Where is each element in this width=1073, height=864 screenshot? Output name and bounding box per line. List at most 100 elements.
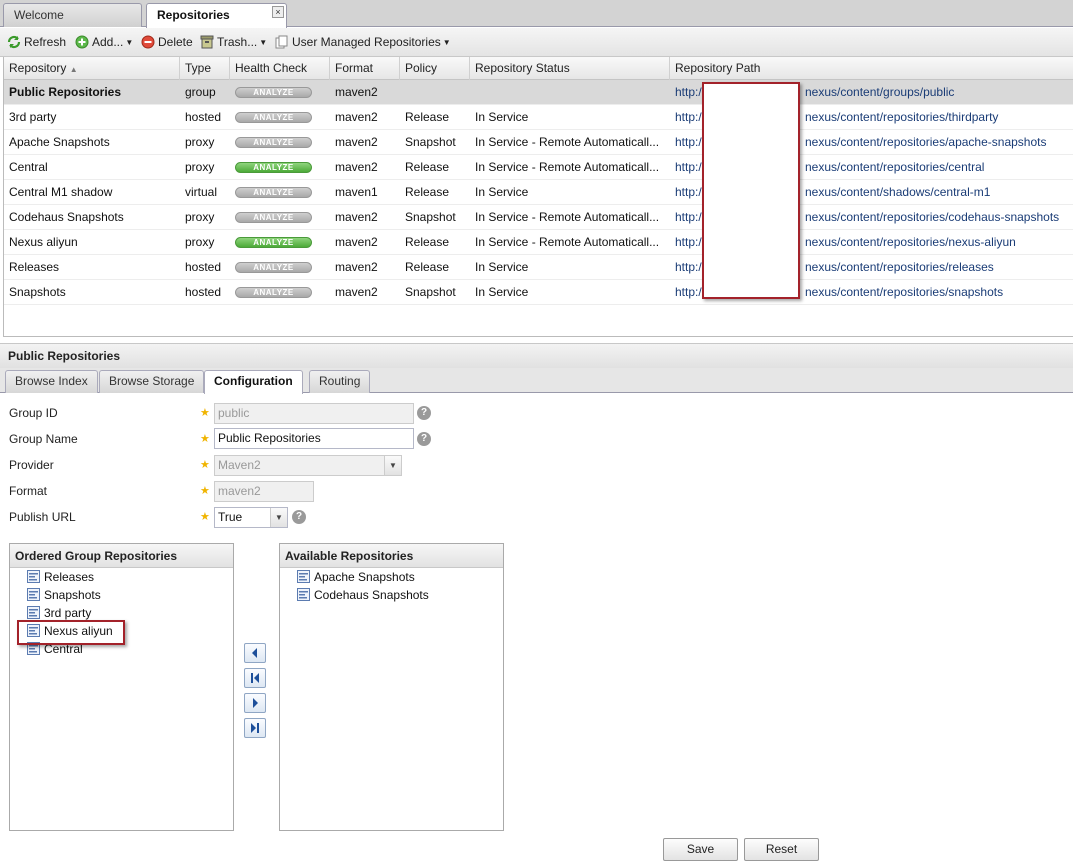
- analyze-button[interactable]: ANALYZE: [235, 187, 312, 199]
- cell-type: hosted: [185, 260, 222, 274]
- tab-browse-index[interactable]: Browse Index: [5, 370, 98, 393]
- cell-format: maven2: [335, 260, 378, 274]
- repository-path-link[interactable]: nexus/content/repositories/central: [805, 155, 984, 180]
- ordered-list-item[interactable]: Releases: [27, 569, 94, 586]
- pages-icon: [275, 35, 288, 49]
- repository-path-prefix[interactable]: http:/: [675, 210, 702, 224]
- analyze-button[interactable]: ANALYZE: [235, 237, 312, 249]
- cell-format: maven2: [335, 135, 378, 149]
- cell-status: In Service - Remote Automaticall...: [475, 135, 660, 149]
- required-star-icon: ★: [200, 459, 210, 471]
- cell-policy: Release: [405, 185, 450, 199]
- repository-path-prefix[interactable]: http:/: [675, 235, 702, 249]
- tab-configuration[interactable]: Configuration: [204, 370, 303, 394]
- add-button[interactable]: Add... ▼: [75, 34, 133, 51]
- save-button[interactable]: Save: [663, 838, 738, 861]
- list-item-label: Snapshots: [44, 588, 101, 602]
- sort-asc-icon: ▲: [69, 65, 78, 74]
- cell-name: Central M1 shadow: [9, 185, 113, 199]
- format-field[interactable]: maven2: [214, 481, 314, 502]
- tab-routing[interactable]: Routing: [309, 370, 371, 393]
- repository-path-link[interactable]: nexus/content/repositories/releases: [805, 255, 994, 280]
- repository-path-link[interactable]: nexus/content/shadows/central-m1: [805, 180, 990, 205]
- group-id-label: Group ID: [9, 406, 58, 420]
- repository-path-link[interactable]: nexus/content/repositories/snapshots: [805, 280, 1003, 305]
- table-row[interactable]: 3rd party hosted ANALYZE maven2 Release In Se…: [4, 105, 1073, 130]
- cell-status: In Service: [475, 285, 529, 299]
- group-name-field[interactable]: Public Repositories: [214, 428, 414, 449]
- analyze-button[interactable]: ANALYZE: [235, 212, 312, 224]
- table-row[interactable]: Apache Snapshots proxy ANALYZE maven2 Snapsh…: [4, 130, 1073, 155]
- ordered-list-item[interactable]: Snapshots: [27, 587, 101, 604]
- repository-path-prefix[interactable]: http:/: [675, 160, 702, 174]
- provider-label: Provider: [9, 458, 54, 472]
- close-icon[interactable]: ×: [272, 6, 284, 18]
- move-right-button[interactable]: [244, 693, 266, 713]
- table-row[interactable]: Central M1 shadow virtual ANALYZE maven1 Rel…: [4, 180, 1073, 205]
- chevron-down-icon[interactable]: ▼: [384, 456, 401, 475]
- publish-url-select[interactable]: True ▼: [214, 507, 288, 528]
- refresh-label: Refresh: [24, 35, 67, 49]
- column-header-format[interactable]: Format: [330, 57, 400, 80]
- user-managed-repositories-button[interactable]: User Managed Repositories ▼: [275, 34, 451, 51]
- tab-browse-storage[interactable]: Browse Storage: [99, 370, 205, 393]
- group-id-field[interactable]: public: [214, 403, 414, 424]
- redaction-box: [702, 82, 800, 299]
- provider-select[interactable]: Maven2 ▼: [214, 455, 402, 476]
- analyze-button[interactable]: ANALYZE: [235, 112, 312, 124]
- repository-path-prefix[interactable]: http:/: [675, 285, 702, 299]
- move-all-right-button[interactable]: [244, 718, 266, 738]
- help-icon[interactable]: ?: [417, 432, 431, 446]
- list-item-label: 3rd party: [44, 606, 92, 620]
- table-row[interactable]: Nexus aliyun proxy ANALYZE maven2 Release In …: [4, 230, 1073, 255]
- analyze-button[interactable]: ANALYZE: [235, 137, 312, 149]
- delete-button[interactable]: Delete: [141, 34, 193, 51]
- repository-path-prefix[interactable]: http:/: [675, 85, 702, 99]
- column-label: Repository: [9, 61, 67, 75]
- cell-format: maven2: [335, 285, 378, 299]
- column-header-repository[interactable]: Repository ▲: [4, 57, 180, 80]
- move-all-left-button[interactable]: [244, 668, 266, 688]
- cell-policy: Release: [405, 235, 450, 249]
- repository-path-link[interactable]: nexus/content/repositories/apache-snapsh…: [805, 130, 1046, 155]
- help-icon[interactable]: ?: [292, 510, 306, 524]
- column-header-health-check[interactable]: Health Check: [230, 57, 330, 80]
- table-row[interactable]: Public Repositories group ANALYZE maven2 htt…: [4, 80, 1073, 105]
- available-list-item[interactable]: Apache Snapshots: [297, 569, 415, 586]
- refresh-button[interactable]: Refresh: [7, 34, 66, 51]
- cell-name: Snapshots: [9, 285, 66, 299]
- reset-button[interactable]: Reset: [744, 838, 819, 861]
- table-row[interactable]: Releases hosted ANALYZE maven2 Release In Ser…: [4, 255, 1073, 280]
- repository-path-prefix[interactable]: http:/: [675, 185, 702, 199]
- available-list-item[interactable]: Codehaus Snapshots: [297, 587, 429, 604]
- chevron-down-icon[interactable]: ▼: [270, 508, 287, 527]
- repository-path-link[interactable]: nexus/content/repositories/codehaus-snap…: [805, 205, 1059, 230]
- chevron-down-icon: ▼: [125, 38, 134, 47]
- table-row[interactable]: Snapshots hosted ANALYZE maven2 Snapshot In S…: [4, 280, 1073, 305]
- repository-path-prefix[interactable]: http:/: [675, 135, 702, 149]
- repository-path-link[interactable]: nexus/content/repositories/nexus-aliyun: [805, 230, 1016, 255]
- provider-value: Maven2: [218, 458, 261, 472]
- analyze-button[interactable]: ANALYZE: [235, 87, 312, 99]
- repository-path-link[interactable]: nexus/content/repositories/thirdparty: [805, 105, 998, 130]
- move-left-button[interactable]: [244, 643, 266, 663]
- trash-button[interactable]: Trash... ▼: [200, 34, 267, 51]
- tab-repositories[interactable]: Repositories ×: [146, 3, 287, 28]
- cell-policy: Release: [405, 110, 450, 124]
- column-header-repository-path[interactable]: Repository Path: [670, 57, 1073, 80]
- help-icon[interactable]: ?: [417, 406, 431, 420]
- repository-path-link[interactable]: nexus/content/groups/public: [805, 80, 954, 105]
- repository-path-prefix[interactable]: http:/: [675, 260, 702, 274]
- analyze-button[interactable]: ANALYZE: [235, 287, 312, 299]
- repository-path-prefix[interactable]: http:/: [675, 110, 702, 124]
- tab-welcome[interactable]: Welcome: [3, 3, 142, 27]
- table-row[interactable]: Codehaus Snapshots proxy ANALYZE maven2 Snap…: [4, 205, 1073, 230]
- column-header-type[interactable]: Type: [180, 57, 230, 80]
- analyze-button[interactable]: ANALYZE: [235, 162, 312, 174]
- analyze-button[interactable]: ANALYZE: [235, 262, 312, 274]
- column-header-policy[interactable]: Policy: [400, 57, 470, 80]
- cell-health: ANALYZE: [230, 280, 330, 305]
- table-row[interactable]: Central proxy ANALYZE maven2 Release In Servi…: [4, 155, 1073, 180]
- column-header-repository-status[interactable]: Repository Status: [470, 57, 670, 80]
- cell-policy: Snapshot: [405, 285, 456, 299]
